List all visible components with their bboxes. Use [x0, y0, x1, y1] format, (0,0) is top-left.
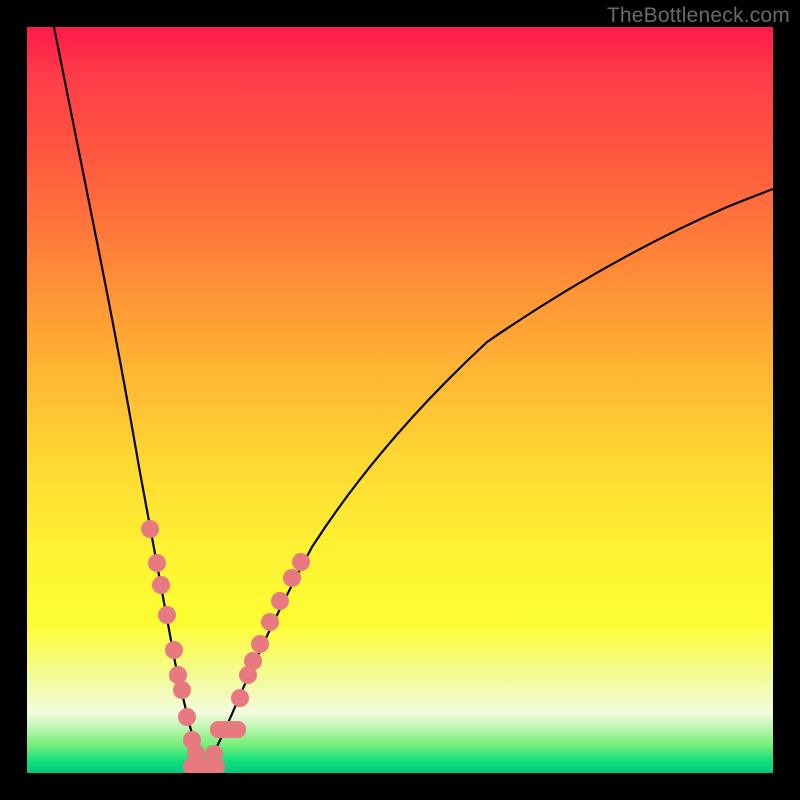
series-marker [152, 576, 170, 594]
series-marker [187, 744, 205, 762]
series-marker [173, 681, 191, 699]
right-curve [205, 189, 773, 770]
series-marker [165, 641, 183, 659]
series-marker [205, 745, 223, 763]
series-marker [244, 652, 262, 670]
watermark-label: TheBottleneck.com [607, 4, 790, 28]
series-marker [141, 520, 159, 538]
series-marker [271, 592, 289, 610]
plot-area [27, 27, 773, 773]
curves-svg [27, 27, 773, 773]
series-marker [292, 553, 310, 571]
series-marker [251, 635, 269, 653]
series-marker [158, 606, 176, 624]
series-marker [283, 569, 301, 587]
trough-pill [210, 721, 246, 738]
series-marker [178, 708, 196, 726]
series-marker [148, 554, 166, 572]
series-marker [231, 689, 249, 707]
series-marker [261, 613, 279, 631]
chart-frame: TheBottleneck.com [0, 0, 800, 800]
left-curve [54, 27, 205, 770]
